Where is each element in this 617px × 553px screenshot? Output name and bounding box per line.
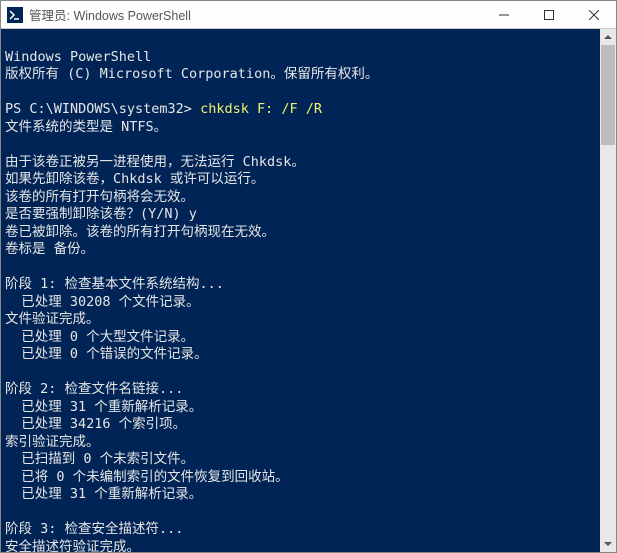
prompt: PS C:\WINDOWS\system32> (5, 101, 200, 117)
terminal-line: 已处理 30208 个文件记录。 (5, 294, 200, 310)
terminal-line: 版权所有 (C) Microsoft Corporation。保留所有权利。 (5, 66, 378, 82)
terminal-area[interactable]: Windows PowerShell 版权所有 (C) Microsoft Co… (1, 29, 616, 552)
terminal-line: 该卷的所有打开句柄将会无效。 (5, 189, 194, 205)
scroll-thumb[interactable] (601, 45, 615, 145)
window-controls (481, 1, 616, 28)
powershell-icon (7, 7, 23, 23)
terminal-line: 卷标是 备份。 (5, 241, 94, 257)
terminal-line: 已处理 31 个重新解析记录。 (5, 399, 202, 415)
window-title: 管理员: Windows PowerShell (29, 5, 481, 24)
minimize-button[interactable] (481, 1, 526, 28)
scroll-up-arrow-icon[interactable] (600, 29, 616, 45)
terminal-line: 阶段 1: 检查基本文件系统结构... (5, 276, 224, 292)
powershell-window: 管理员: Windows PowerShell Windows PowerShe… (0, 0, 617, 553)
terminal-line: 安全描述符验证完成。 (5, 539, 140, 553)
terminal-line: 已将 0 个未编制索引的文件恢复到回收站。 (5, 469, 289, 485)
terminal-line: 是否要强制卸除该卷？(Y/N) y (5, 206, 197, 222)
terminal-line: 已处理 0 个错误的文件记录。 (5, 346, 208, 362)
terminal-line: 已处理 31 个重新解析记录。 (5, 486, 202, 502)
terminal-line: 已扫描到 0 个未索引文件。 (5, 451, 194, 467)
terminal-line: 已处理 34216 个索引项。 (5, 416, 186, 432)
maximize-button[interactable] (526, 1, 571, 28)
terminal-line: 如果先卸除该卷，Chkdsk 或许可以运行。 (5, 171, 264, 187)
terminal-line: 由于该卷正被另一进程使用，无法运行 Chkdsk。 (5, 154, 305, 170)
terminal-line: 已处理 0 个大型文件记录。 (5, 329, 194, 345)
terminal-line: 阶段 2: 检查文件名链接... (5, 381, 183, 397)
terminal-line: 文件系统的类型是 NTFS。 (5, 119, 167, 135)
titlebar[interactable]: 管理员: Windows PowerShell (1, 1, 616, 29)
terminal-line: 阶段 3: 检查安全描述符... (5, 521, 183, 537)
command-text: chkdsk F: /F /R (200, 101, 322, 117)
terminal-line: 文件验证完成。 (5, 311, 100, 327)
terminal-line: 卷已被卸除。该卷的所有打开句柄现在无效。 (5, 224, 275, 240)
scroll-down-arrow-icon[interactable] (600, 536, 616, 552)
close-button[interactable] (571, 1, 616, 28)
terminal-line: 索引验证完成。 (5, 434, 100, 450)
terminal-line: Windows PowerShell (5, 49, 151, 65)
scrollbar[interactable] (600, 29, 616, 552)
